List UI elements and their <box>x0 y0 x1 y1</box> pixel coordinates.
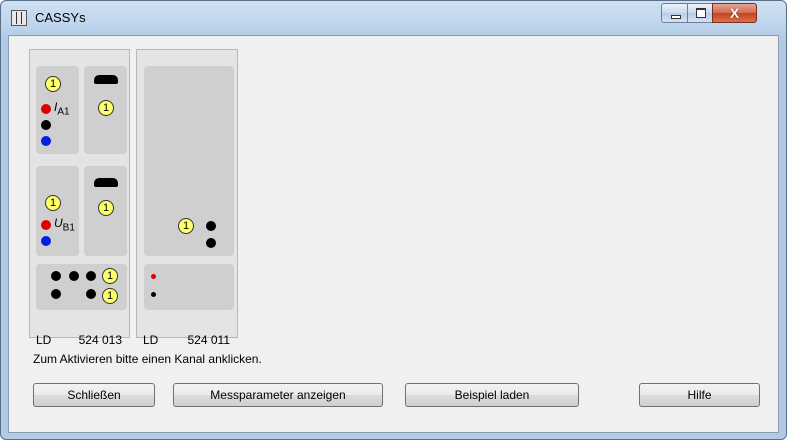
maximize-button[interactable] <box>687 3 713 23</box>
maximize-icon <box>696 8 706 18</box>
socket-black <box>69 271 79 281</box>
channel-badge[interactable]: 1 <box>178 218 194 234</box>
module-manufacturer: LD <box>36 333 52 347</box>
channel-b-panel[interactable]: 1 UB1 <box>36 166 79 256</box>
socket-black <box>51 271 61 281</box>
relay-panel[interactable] <box>144 264 234 310</box>
channel-a-aux-panel[interactable]: 1 <box>84 66 127 154</box>
module-number: 524 013 <box>78 333 122 347</box>
channel-b-aux-panel[interactable]: 1 <box>84 166 127 256</box>
close-button[interactable]: Schließen <box>33 383 155 407</box>
socket-red <box>41 104 51 114</box>
channel-a-aux-badge[interactable]: 1 <box>98 100 114 116</box>
channel-a-badge[interactable]: 1 <box>45 76 61 92</box>
socket-red <box>41 220 51 230</box>
cassy-app-icon <box>11 10 27 26</box>
led-black <box>151 292 156 297</box>
close-window-button[interactable]: X <box>712 3 757 23</box>
cassy-module-524011: 1 LD 524 011 <box>136 49 238 347</box>
show-params-button[interactable]: Messparameter anzeigen <box>173 383 383 407</box>
close-icon: X <box>729 5 740 21</box>
channel-a-label: IA1 <box>54 100 70 118</box>
module-manufacturer: LD <box>143 333 159 347</box>
cassy-module-524013: 1 IA1 1 1 UB1 1 1 1 LD 524 013 <box>29 49 130 347</box>
channel-b-badge[interactable]: 1 <box>45 195 61 211</box>
socket-black <box>86 271 96 281</box>
relay-panel[interactable]: 1 1 <box>36 264 127 310</box>
socket-black <box>41 120 51 130</box>
channel-a-panel[interactable]: 1 IA1 <box>36 66 79 154</box>
channel-panel[interactable]: 1 <box>144 66 234 256</box>
title-bar[interactable]: CASSYs X <box>1 1 786 35</box>
socket-blue <box>41 136 51 146</box>
channel-b-aux-badge[interactable]: 1 <box>98 200 114 216</box>
minimize-button[interactable] <box>661 3 688 23</box>
window-title: CASSYs <box>35 10 86 25</box>
socket-blue <box>41 236 51 246</box>
cassys-window: CASSYs X 1 IA1 1 1 UB1 1 1 1 LD 524 013 … <box>0 0 787 440</box>
load-example-button[interactable]: Beispiel laden <box>405 383 579 407</box>
socket-black <box>206 238 216 248</box>
relay-badge-1[interactable]: 1 <box>102 268 118 284</box>
led-red <box>151 274 156 279</box>
hint-text: Zum Aktivieren bitte einen Kanal anklick… <box>33 352 262 366</box>
socket-black <box>51 289 61 299</box>
socket-black <box>206 221 216 231</box>
connector-slot <box>94 178 118 187</box>
socket-black <box>86 289 96 299</box>
connector-slot <box>94 75 118 84</box>
minimize-icon <box>671 15 681 19</box>
client-area: 1 IA1 1 1 UB1 1 1 1 LD 524 013 1 LD 524 … <box>8 35 779 433</box>
help-button[interactable]: Hilfe <box>639 383 760 407</box>
module-number: 524 011 <box>187 333 231 347</box>
channel-b-label: UB1 <box>54 216 75 234</box>
relay-badge-2[interactable]: 1 <box>102 288 118 304</box>
